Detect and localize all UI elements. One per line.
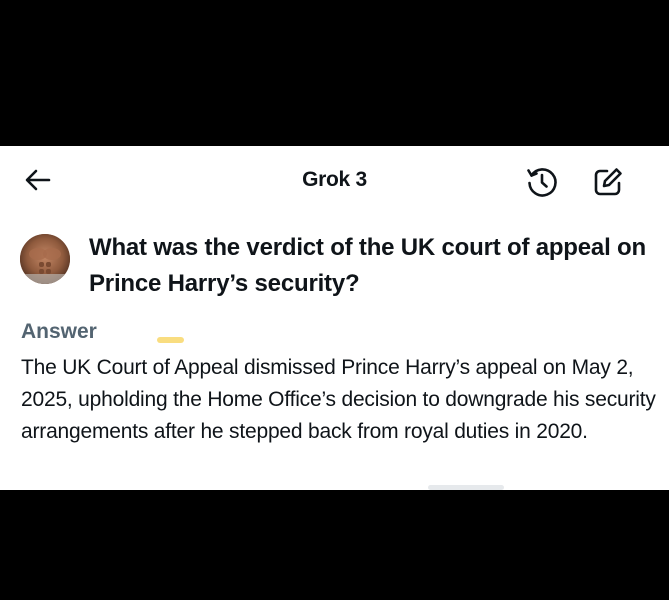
- new-chat-button[interactable]: [590, 164, 626, 200]
- user-question: What was the verdict of the UK court of …: [89, 234, 646, 297]
- answer-text: The UK Court of Appeal dismissed Prince …: [21, 356, 656, 443]
- user-avatar[interactable]: [20, 234, 70, 284]
- bottom-black-bar: [0, 490, 669, 600]
- top-black-bar: [0, 0, 669, 146]
- history-icon: [527, 168, 557, 197]
- compose-icon: [594, 168, 622, 196]
- page-title: Grok 3: [302, 168, 367, 191]
- history-button[interactable]: [524, 164, 560, 200]
- grok-conversation-screen: Grok 3 What was the verdict of the UK co…: [0, 146, 669, 490]
- answer-heading: Answer: [21, 320, 97, 343]
- avatar-image: [20, 234, 70, 284]
- highlight-mark: [157, 337, 184, 343]
